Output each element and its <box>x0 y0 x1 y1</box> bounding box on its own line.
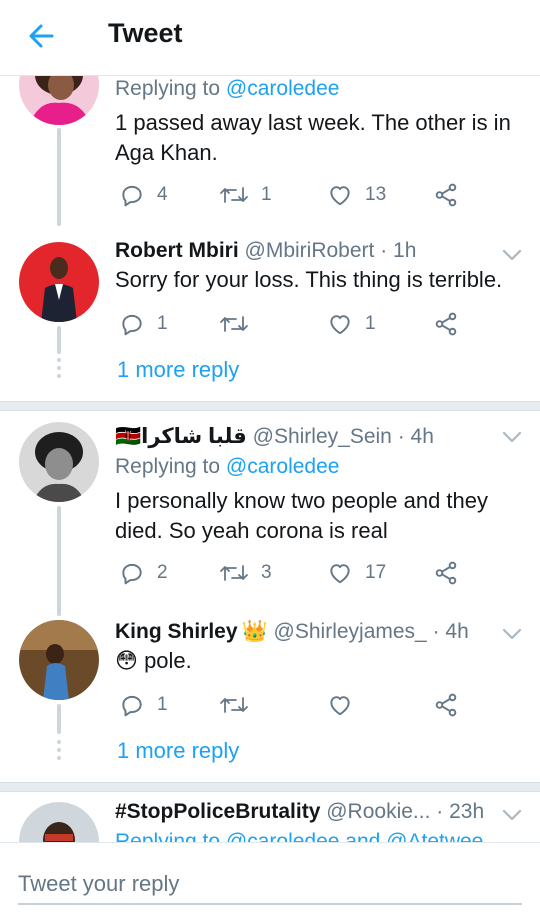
arrow-left-icon[interactable] <box>22 18 62 54</box>
like-button[interactable]: 13 <box>327 180 386 210</box>
reply-count: 4 <box>157 184 168 205</box>
reply-count: 1 <box>157 694 168 715</box>
reply-composer <box>0 842 540 916</box>
tweet-actions: 1 1 <box>115 309 475 339</box>
tweet-text: Sorry for your loss. This thing is terri… <box>115 267 503 292</box>
top-app-bar: Tweet <box>0 0 540 76</box>
reply-button[interactable]: 1 <box>119 309 168 339</box>
reply-button[interactable]: 2 <box>119 558 168 588</box>
like-button[interactable]: 1 <box>327 309 376 339</box>
share-button[interactable] <box>433 180 459 210</box>
retweet-count: 1 <box>261 184 272 205</box>
timestamp: · 23h <box>436 800 485 823</box>
display-name[interactable]: King Shirley <box>115 620 238 643</box>
tweet-text: 1 passed away last week. The other is in… <box>115 110 511 165</box>
section-divider <box>0 401 540 411</box>
thread-line <box>57 128 61 226</box>
tweet-text: 😳 pole. <box>115 648 192 673</box>
like-button[interactable]: 17 <box>327 558 386 588</box>
chevron-down-icon[interactable] <box>501 248 523 262</box>
tweet-thread: Replying to @caroledee 1 passed away las… <box>0 0 540 916</box>
like-count: 13 <box>365 184 387 205</box>
replying-to: Replying to @caroledee <box>115 77 340 100</box>
retweet-button[interactable]: 1 <box>219 180 272 210</box>
timestamp: · 1h <box>380 239 417 262</box>
replying-to: Replying to @caroledee <box>115 455 340 478</box>
share-icon <box>435 183 457 207</box>
chevron-down-icon[interactable] <box>501 808 523 822</box>
retweet-icon <box>220 187 248 203</box>
chevron-down-icon[interactable] <box>501 627 523 641</box>
avatar[interactable] <box>19 620 99 700</box>
handle[interactable]: @Shirleyjames_ <box>274 620 427 643</box>
thread-line <box>57 704 61 734</box>
handle[interactable]: @Rookie... <box>326 800 430 823</box>
retweet-button[interactable] <box>219 690 249 720</box>
reply-count: 1 <box>157 313 168 334</box>
reply-icon <box>122 563 142 585</box>
avatar[interactable] <box>19 422 99 502</box>
flushed-emoji: 😳 <box>115 648 138 673</box>
like-count: 1 <box>365 313 376 334</box>
reply-icon <box>122 185 142 207</box>
share-icon <box>435 693 457 717</box>
replying-to-handle[interactable]: @caroledee <box>226 77 340 100</box>
display-name[interactable]: Robert Mbiri <box>115 239 239 262</box>
replying-to-handle[interactable]: @caroledee <box>226 455 340 478</box>
heart-icon <box>330 564 350 584</box>
tweet-actions: 4 1 13 <box>115 180 475 210</box>
heart-icon <box>330 696 350 716</box>
display-name[interactable]: #StopPoliceBrutality <box>115 800 320 823</box>
page-title: Tweet <box>108 18 183 48</box>
reply-icon <box>122 314 142 336</box>
reply-count: 2 <box>157 562 168 583</box>
share-icon <box>435 561 457 585</box>
timestamp: · 4h <box>397 425 434 448</box>
handle[interactable]: @MbiriRobert <box>245 239 375 262</box>
thread-line <box>57 326 61 354</box>
like-count: 17 <box>365 562 387 583</box>
thread-dots <box>57 358 61 382</box>
reply-input[interactable] <box>18 865 522 905</box>
tweet-header: 🇰🇪قلبا شاكرا @Shirley_Sein · 4h <box>115 424 434 449</box>
retweet-button[interactable] <box>219 309 249 339</box>
display-name[interactable]: قلبا شاكرا <box>141 425 247 448</box>
heart-icon <box>330 315 350 335</box>
share-button[interactable] <box>433 690 459 720</box>
more-replies-link[interactable]: 1 more reply <box>117 738 239 764</box>
tweet-actions: 2 3 17 <box>115 558 475 588</box>
retweet-icon <box>220 697 248 713</box>
tweet-header: #StopPoliceBrutality @Rookie... · 23h <box>115 800 484 824</box>
tweet-text: I personally know two people and they di… <box>115 488 489 543</box>
tweet-header: King Shirley 👑 @Shirleyjames_ · 4h <box>115 620 469 644</box>
avatar[interactable] <box>19 242 99 322</box>
flag-icon: 🇰🇪 <box>115 425 142 448</box>
reply-button[interactable]: 1 <box>119 690 168 720</box>
share-button[interactable] <box>433 558 459 588</box>
thread-dots <box>57 740 61 764</box>
timestamp: · 4h <box>432 620 469 643</box>
more-replies-link[interactable]: 1 more reply <box>117 357 239 383</box>
retweet-icon <box>220 316 248 332</box>
reply-button[interactable]: 4 <box>119 180 168 210</box>
like-button[interactable] <box>327 690 353 720</box>
tweet-actions: 1 <box>115 690 475 720</box>
share-icon <box>435 312 457 336</box>
tweet-header: Robert Mbiri @MbiriRobert · 1h <box>115 239 416 263</box>
chevron-down-icon[interactable] <box>501 430 523 444</box>
share-button[interactable] <box>433 309 459 339</box>
retweet-button[interactable]: 3 <box>219 558 272 588</box>
thread-line <box>57 506 61 616</box>
section-divider <box>0 782 540 792</box>
heart-icon <box>330 186 350 206</box>
reply-icon <box>122 695 142 717</box>
retweet-count: 3 <box>261 562 272 583</box>
crown-icon: 👑 <box>241 620 268 643</box>
handle[interactable]: @Shirley_Sein <box>253 425 392 448</box>
retweet-icon <box>220 565 248 581</box>
